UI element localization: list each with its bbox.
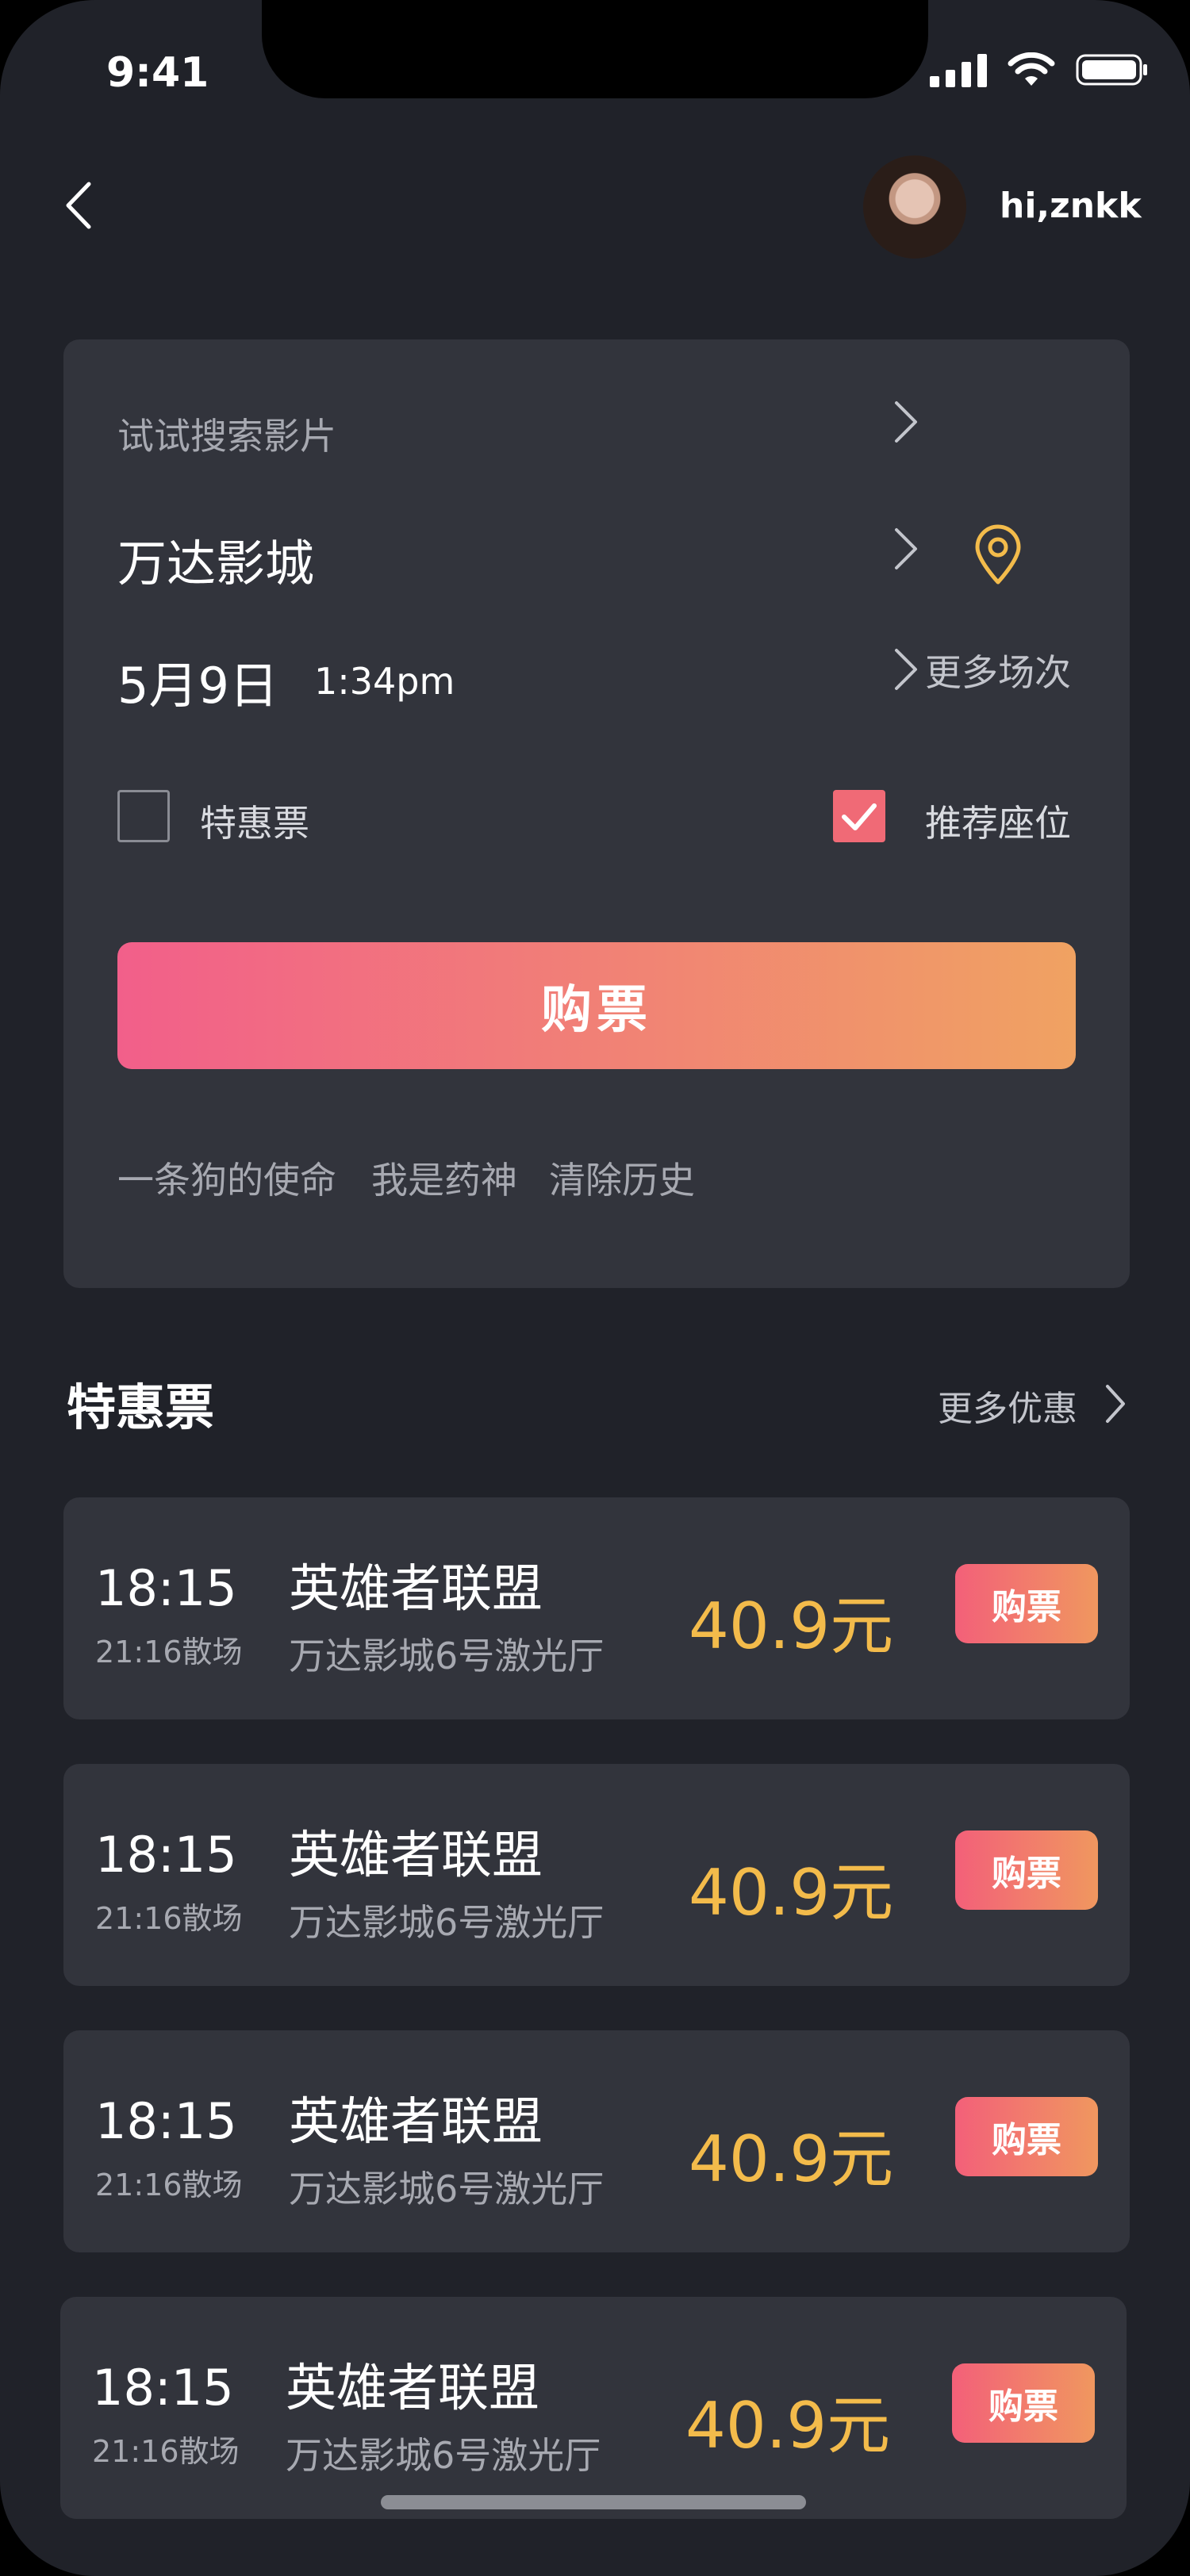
- search-card: 试试搜索影片 万达影城 5月9日 1:34pm 更多场次 特惠票 推荐座位 购票…: [63, 339, 1130, 1288]
- deal-start-time: 18:15: [95, 1559, 237, 1617]
- deal-movie-title: 英雄者联盟: [289, 1827, 543, 1885]
- search-placeholder[interactable]: 试试搜索影片: [117, 408, 336, 460]
- deal-row[interactable]: 18:15 21:16散场 英雄者联盟 万达影城6号激光厅 40.9元 购票: [60, 2297, 1127, 2519]
- deal-price: 40.9元: [689, 1589, 894, 1663]
- chevron-right-icon[interactable]: [893, 647, 919, 692]
- clear-history-link[interactable]: 清除历史: [549, 1152, 695, 1204]
- back-arrow-icon[interactable]: [60, 179, 95, 232]
- deal-hall: 万达影城6号激光厅: [289, 1635, 605, 1677]
- deal-movie-title: 英雄者联盟: [289, 1560, 543, 1619]
- deal-row[interactable]: 18:15 21:16散场 英雄者联盟 万达影城6号激光厅 40.9元 购票: [63, 1497, 1130, 1719]
- battery-icon: [1076, 54, 1147, 86]
- deal-price: 40.9元: [689, 2122, 894, 2196]
- buy-ticket-button[interactable]: 购票: [117, 942, 1076, 1069]
- deal-end-time: 21:16散场: [95, 1901, 243, 1936]
- recommend-checkbox[interactable]: [833, 790, 885, 842]
- deal-hall: 万达影城6号激光厅: [289, 2168, 605, 2210]
- show-time[interactable]: 1:34pm: [314, 660, 455, 703]
- deal-end-time: 21:16散场: [95, 2168, 243, 2202]
- check-icon: [842, 803, 877, 830]
- deal-buy-button[interactable]: 购票: [952, 2363, 1095, 2443]
- discount-checkbox[interactable]: [117, 790, 170, 842]
- deal-end-time: 21:16散场: [95, 1635, 243, 1669]
- deal-start-time: 18:15: [95, 2092, 237, 2150]
- deal-movie-title: 英雄者联盟: [286, 2359, 539, 2418]
- deals-section-title: 特惠票: [67, 1378, 215, 1436]
- location-pin-icon[interactable]: [973, 523, 1023, 587]
- chevron-right-icon[interactable]: [1104, 1383, 1127, 1424]
- deal-row[interactable]: 18:15 21:16散场 英雄者联盟 万达影城6号激光厅 40.9元 购票: [63, 1764, 1130, 1986]
- phone-screen: 9:41 hi,znkk 试试搜索影片 万达影城 5月9日 1:34pm 更多场…: [0, 0, 1190, 2576]
- recommend-label: 推荐座位: [925, 802, 1071, 845]
- deal-end-time: 21:16散场: [92, 2434, 240, 2469]
- more-sessions-link[interactable]: 更多场次: [925, 644, 1071, 696]
- chevron-right-icon[interactable]: [893, 400, 919, 444]
- deal-movie-title: 英雄者联盟: [289, 2093, 543, 2152]
- show-date[interactable]: 5月9日: [117, 646, 278, 717]
- more-deals-link[interactable]: 更多优惠: [938, 1380, 1077, 1431]
- deal-buy-button[interactable]: 购票: [955, 1830, 1098, 1910]
- cinema-name[interactable]: 万达影城: [117, 523, 314, 595]
- status-time: 9:41: [106, 49, 209, 97]
- history-item[interactable]: 我是药神: [371, 1152, 517, 1204]
- device-notch: [262, 0, 928, 98]
- signal-icon: [930, 54, 987, 87]
- deal-row[interactable]: 18:15 21:16散场 英雄者联盟 万达影城6号激光厅 40.9元 购票: [63, 2030, 1130, 2252]
- status-icons: [930, 52, 1149, 87]
- deal-start-time: 18:15: [95, 1826, 237, 1884]
- user-greeting: hi,znkk: [1000, 186, 1142, 226]
- discount-label: 特惠票: [200, 802, 309, 845]
- history-item[interactable]: 一条狗的使命: [117, 1152, 336, 1204]
- deal-start-time: 18:15: [92, 2359, 234, 2417]
- wifi-icon: [1008, 52, 1055, 86]
- deal-buy-button[interactable]: 购票: [955, 1564, 1098, 1643]
- chevron-right-icon[interactable]: [893, 527, 919, 571]
- deal-buy-button[interactable]: 购票: [955, 2097, 1098, 2176]
- deal-price: 40.9元: [685, 2389, 891, 2463]
- deal-price: 40.9元: [689, 1856, 894, 1930]
- user-avatar[interactable]: [863, 155, 966, 259]
- home-indicator: [381, 2495, 806, 2509]
- deal-hall: 万达影城6号激光厅: [286, 2434, 601, 2477]
- deal-hall: 万达影城6号激光厅: [289, 1901, 605, 1944]
